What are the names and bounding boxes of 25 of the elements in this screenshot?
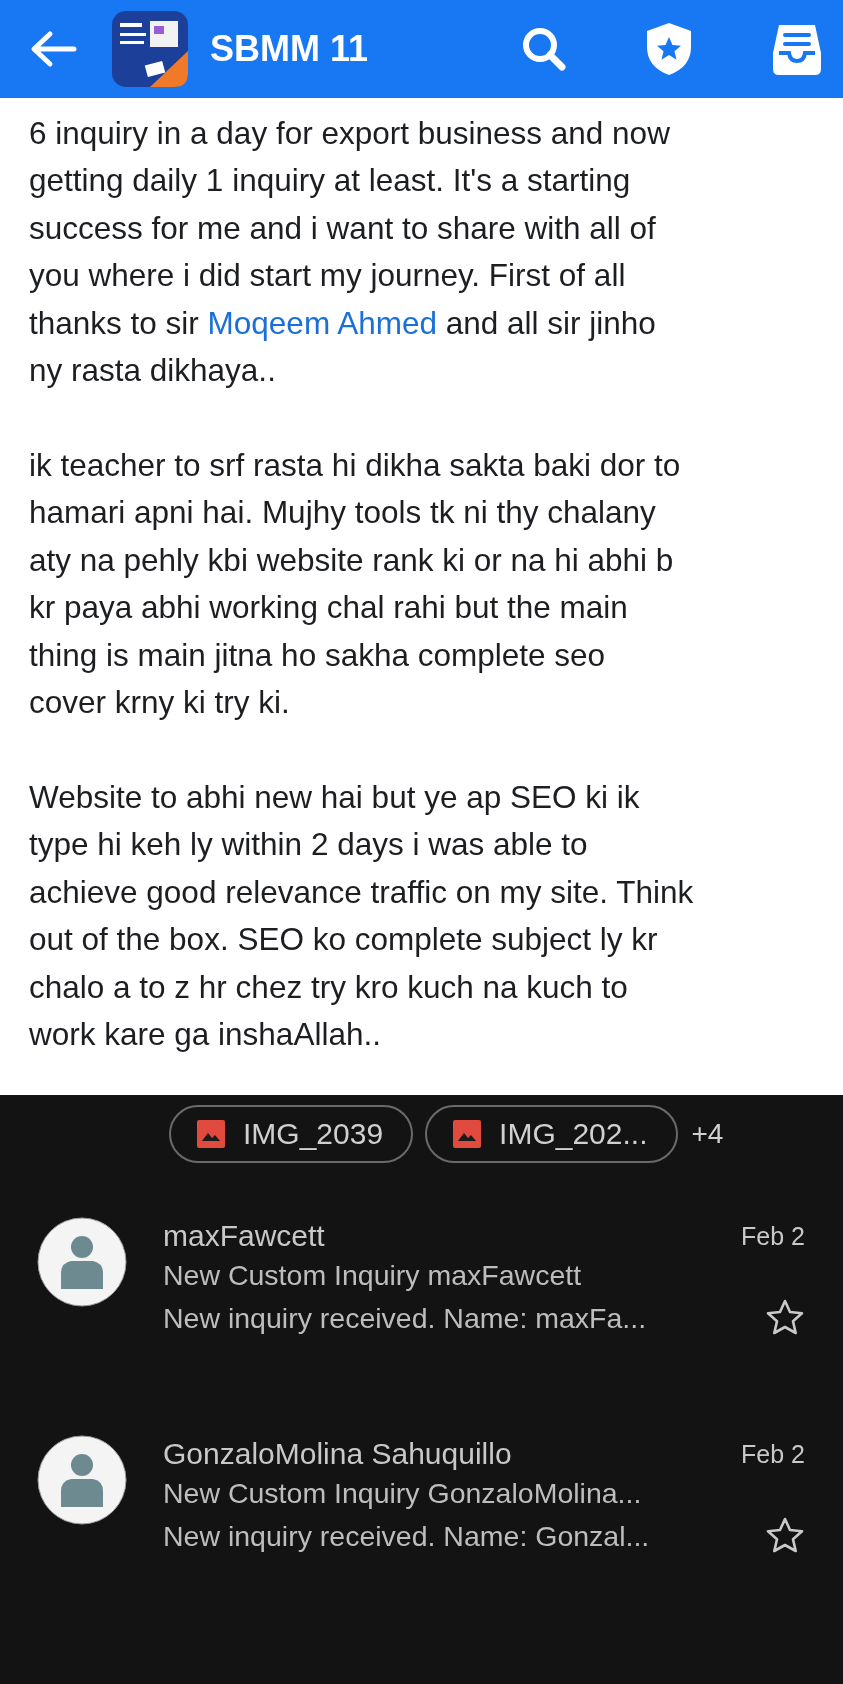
search-icon — [521, 26, 567, 72]
attachment-chip[interactable]: IMG_2039 — [169, 1105, 414, 1163]
image-file-icon — [197, 1120, 225, 1148]
post-paragraph: 6 inquiry in a day for export business and now getting daily 1 inquiry at least. It's a starting success for me and i want to share with all of you where i did start my journey. First of all thanks to sir Moqeem Ahmed and all sir jinho ny rasta dikhaya.. — [29, 114, 671, 391]
group-title: SBMM 11 — [210, 28, 369, 70]
avatar-silhouette-icon — [37, 1435, 127, 1525]
image-file-icon — [453, 1120, 482, 1148]
email-snippet: New inquiry received. Name: Gonzal... — [163, 1519, 650, 1553]
group-cover-thumbnail-icon — [112, 11, 188, 87]
email-subject: New Custom Inquiry GonzaloMolina... — [163, 1477, 643, 1510]
email-date: Feb 2 — [741, 1439, 805, 1469]
shield-star-icon — [645, 21, 693, 77]
email-date: Feb 2 — [741, 1221, 805, 1251]
email-subject: New Custom Inquiry maxFawcett — [163, 1259, 583, 1292]
admin-button[interactable] — [645, 21, 693, 77]
search-button[interactable] — [521, 26, 567, 72]
more-count: +4 — [691, 1118, 724, 1150]
sender-name: GonzaloMolina Sahuquillo — [163, 1437, 512, 1471]
attachment-chip[interactable]: IMG_202... — [425, 1105, 678, 1163]
post-paragraph: Website to abhi new hai but ye ap SEO ki ik type hi keh ly within 2 days i was able to achieve good relevance traffic on my site. Think out of the box. SEO ko complete subject ly kr chalo a to z hr chez try kro kuch na kuch to work kare ga inshaAllah.. — [29, 777, 695, 1054]
profile-link[interactable]: Moqeem Ahmed — [207, 304, 437, 341]
email-snippet: New inquiry received. Name: maxFa... — [163, 1301, 647, 1335]
avatar-silhouette-icon — [37, 1217, 127, 1307]
sender-name: maxFawcett — [163, 1219, 325, 1253]
post-paragraph: ik teacher to srf rasta hi dikha sakta baki dor to hamari apni hai. Mujhy tools tk ni thy chalany aty na pehly kbi website rank ki or na hi abhi b kr paya abhi working chal rahi but the main thing is main jitna ho sakha complete seo cover krny ki try ki. — [29, 445, 682, 722]
